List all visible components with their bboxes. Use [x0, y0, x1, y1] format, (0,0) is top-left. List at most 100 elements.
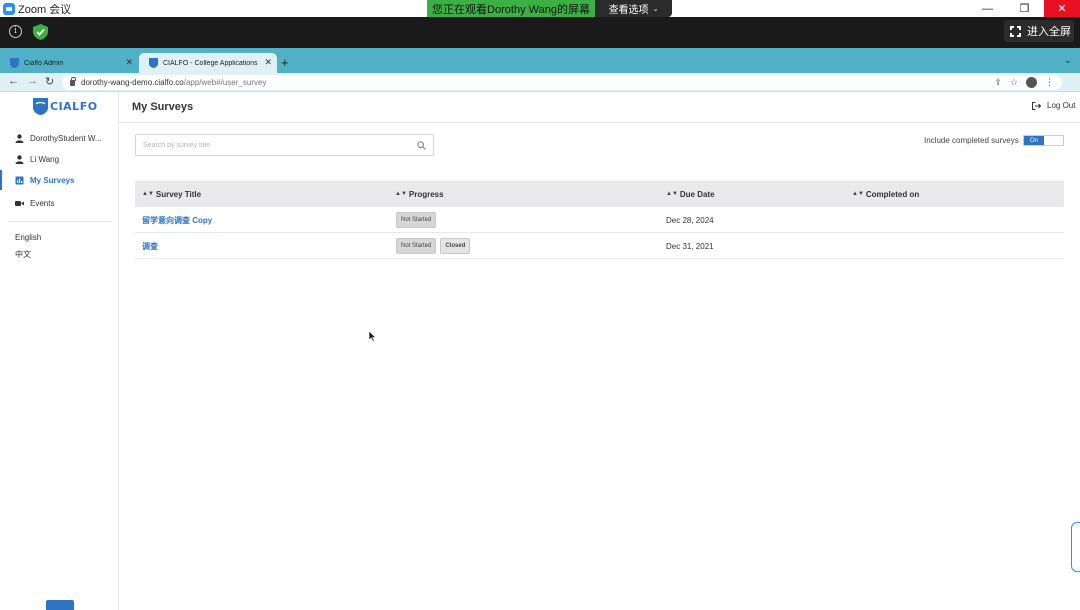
page-title: My Surveys: [132, 101, 194, 113]
zoom-logo-icon: [3, 2, 15, 15]
status-badge: Not Started: [396, 212, 437, 228]
column-label: Due Date: [679, 189, 715, 199]
cialfo-shield-icon: [33, 98, 48, 115]
app-page: CIALFO DorothyStudent W... Li Wang My Su…: [0, 92, 1080, 610]
kebab-menu-icon[interactable]: ⋮: [1045, 77, 1054, 88]
sidebar-item-my-surveys[interactable]: My Surveys: [0, 170, 118, 190]
profile-avatar-icon[interactable]: [1026, 77, 1037, 88]
column-label: Survey Title: [155, 189, 202, 199]
sort-icon: ▲▼: [395, 191, 407, 197]
search-input[interactable]: [136, 135, 406, 155]
user-icon: [15, 133, 24, 143]
tab-title: Cialfo Admin: [24, 59, 64, 67]
logout-icon: [1032, 101, 1041, 110]
bookmark-star-icon[interactable]: ☆: [1010, 77, 1018, 88]
main-content: My Surveys Log Out Include completed sur…: [119, 92, 1080, 610]
fullscreen-label: 进入全屏: [1027, 26, 1071, 38]
table-row: 留学意向调查 Copy Not Started Dec 28, 2024: [135, 207, 1064, 233]
tab-cialfo-college-applications[interactable]: CIALFO - College Applications ✕: [139, 53, 277, 73]
survey-title-cell: 调查: [142, 233, 158, 259]
cialfo-favicon-icon: [10, 58, 19, 68]
column-header-due-date[interactable]: ▲▼ Due Date: [666, 190, 715, 199]
header-divider: [119, 122, 1080, 123]
restore-button[interactable]: ❐: [1007, 0, 1042, 17]
column-header-progress[interactable]: ▲▼ Progress: [395, 190, 444, 199]
zoom-app-title: Zoom 会议: [18, 3, 72, 16]
forward-arrow-icon[interactable]: →: [27, 75, 38, 87]
sidebar-item-li-wang[interactable]: Li Wang: [0, 149, 118, 169]
column-label: Progress: [408, 189, 444, 199]
survey-title-link[interactable]: 留学意向调查 Copy: [142, 215, 212, 226]
sidebar-divider: [8, 221, 112, 222]
search-icon[interactable]: [417, 141, 426, 150]
table-row: 调查 Not Started Closed Dec 31, 2021: [135, 233, 1064, 259]
due-date-cell: Dec 31, 2021: [666, 241, 714, 251]
back-arrow-icon[interactable]: ←: [8, 75, 19, 87]
survey-title-cell: 留学意向调查 Copy: [142, 207, 212, 233]
logout-button[interactable]: Log Out: [1032, 101, 1075, 110]
tab-search-chevron-icon[interactable]: ⌄: [1064, 55, 1072, 66]
tab-close-icon[interactable]: ✕: [125, 57, 133, 68]
url-input[interactable]: dorothy-wang-demo.cialfo.co/app/web#/use…: [62, 75, 1062, 90]
surveys-table: ▲▼ Survey Title ▲▼ Progress ▲▼ Due Date …: [135, 181, 1064, 259]
cialfo-favicon-icon: [149, 58, 158, 68]
reload-icon[interactable]: ↻: [45, 75, 54, 88]
sort-icon: ▲▼: [852, 191, 864, 197]
progress-cell: Not Started: [396, 207, 440, 233]
toggle-on-label: On: [1024, 136, 1044, 145]
survey-search-box[interactable]: [135, 134, 434, 156]
sidebar-item-label: DorothyStudent W...: [30, 133, 102, 143]
sort-icon: ▲▼: [142, 191, 154, 197]
column-header-completed-on[interactable]: ▲▼ Completed on: [852, 190, 919, 199]
logout-label: Log Out: [1047, 101, 1076, 110]
column-header-survey-title[interactable]: ▲▼ Survey Title: [142, 190, 201, 199]
zoom-toolbar: i: [0, 17, 1080, 48]
sidebar-item-label: Li Wang: [30, 154, 60, 164]
url-path: /app/web#/user_survey: [183, 78, 267, 87]
table-header: ▲▼ Survey Title ▲▼ Progress ▲▼ Due Date …: [135, 181, 1064, 207]
video-icon: [15, 200, 24, 206]
address-bar-row: ← → ↻ dorothy-wang-demo.cialfo.co/app/we…: [0, 73, 1080, 92]
view-options-button[interactable]: 查看选项 ⌄: [595, 0, 672, 17]
mouse-cursor-icon: [369, 331, 377, 342]
share-icon[interactable]: ⇪: [994, 77, 1002, 88]
zoom-side-panel-handle[interactable]: [1071, 522, 1080, 572]
new-tab-button[interactable]: +: [281, 55, 289, 70]
fullscreen-icon: [1009, 24, 1022, 38]
brand-name: CIALFO: [50, 100, 98, 113]
include-completed-toggle[interactable]: On: [1023, 135, 1064, 146]
close-button[interactable]: ✕: [1044, 0, 1080, 17]
survey-title-link[interactable]: 调查: [142, 241, 158, 252]
lock-icon[interactable]: [70, 76, 76, 86]
sidebar-item-student[interactable]: DorothyStudent W...: [0, 128, 118, 148]
language-english-link[interactable]: English: [15, 233, 41, 242]
info-icon[interactable]: i: [9, 25, 22, 38]
minimize-button[interactable]: —: [970, 0, 1005, 17]
progress-cell: Not Started Closed: [396, 233, 474, 259]
tab-title: CIALFO - College Applications: [163, 59, 258, 67]
security-shield-icon[interactable]: [33, 24, 48, 40]
help-widget-button[interactable]: [46, 600, 74, 610]
closed-badge: Closed: [440, 238, 471, 254]
status-badge: Not Started: [396, 238, 437, 254]
due-date-cell: Dec 28, 2024: [666, 215, 714, 225]
enter-fullscreen-button[interactable]: 进入全屏: [1004, 20, 1074, 42]
tab-close-icon[interactable]: ✕: [264, 57, 272, 68]
sidebar: CIALFO DorothyStudent W... Li Wang My Su…: [0, 92, 119, 610]
sidebar-item-events[interactable]: Events: [0, 193, 118, 213]
view-options-label: 查看选项: [608, 5, 649, 16]
chevron-down-icon: ⌄: [652, 5, 659, 13]
browser-tab-bar: Cialfo Admin ✕ CIALFO - College Applicat…: [0, 48, 1080, 73]
language-chinese-link[interactable]: 中文: [15, 249, 31, 260]
sidebar-item-label: My Surveys: [30, 175, 75, 185]
user-icon: [15, 154, 24, 164]
sort-icon: ▲▼: [666, 191, 678, 197]
url-domain: dorothy-wang-demo.cialfo.co: [81, 78, 184, 87]
screen-share-banner: 您正在观看Dorothy Wang的屏幕: [427, 0, 595, 17]
cialfo-logo[interactable]: CIALFO: [33, 98, 98, 115]
include-completed-label: Include completed surveys: [924, 136, 1019, 145]
survey-icon: [15, 176, 24, 184]
tab-cialfo-admin[interactable]: Cialfo Admin ✕: [0, 53, 138, 73]
column-label: Completed on: [865, 189, 920, 199]
sidebar-item-label: Events: [30, 198, 55, 208]
